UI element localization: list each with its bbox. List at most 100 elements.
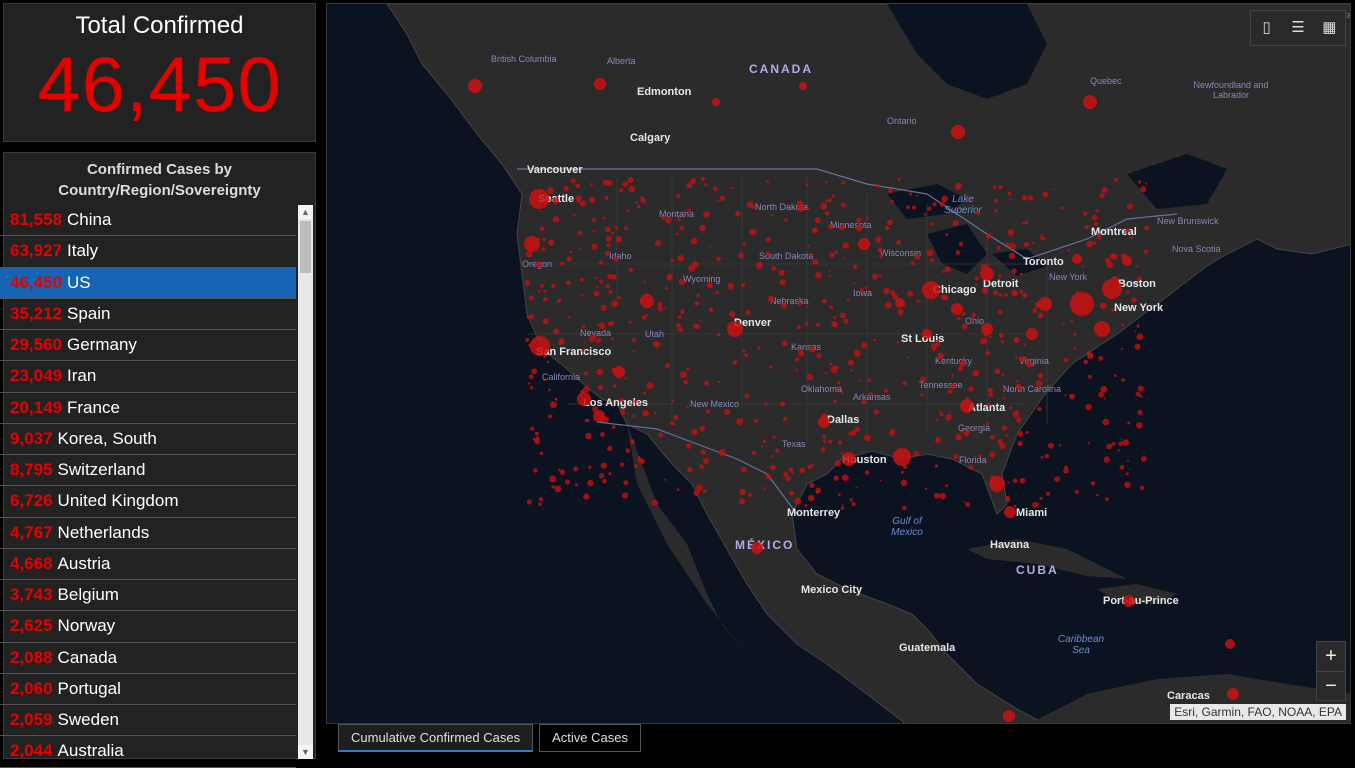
case-bubble[interactable] [1090, 481, 1096, 486]
case-bubble[interactable] [688, 265, 696, 272]
case-bubble[interactable] [811, 463, 814, 467]
case-bubble[interactable] [1021, 194, 1028, 201]
case-bubble[interactable] [978, 454, 982, 458]
case-bubble[interactable] [846, 298, 850, 302]
case-bubble[interactable] [795, 369, 799, 372]
case-bubble[interactable] [1135, 265, 1138, 268]
case-bubble[interactable] [607, 445, 613, 452]
scroll-down-icon[interactable]: ▼ [298, 745, 313, 759]
case-bubble[interactable] [600, 462, 607, 469]
case-bubble[interactable] [841, 391, 844, 395]
case-bubble[interactable] [980, 337, 987, 345]
case-bubble[interactable] [1100, 385, 1108, 393]
case-bubble[interactable] [998, 293, 1003, 297]
case-bubble[interactable] [700, 176, 706, 182]
case-bubble[interactable] [765, 473, 771, 480]
case-bubble[interactable] [658, 432, 664, 438]
case-bubble[interactable] [890, 199, 894, 204]
case-bubble[interactable] [610, 337, 615, 341]
case-bubble[interactable] [1225, 639, 1235, 649]
case-bubble[interactable] [596, 324, 599, 326]
case-bubble[interactable] [996, 246, 1001, 250]
case-bubble[interactable] [598, 415, 606, 423]
case-bubble[interactable] [1140, 186, 1147, 193]
case-bubble[interactable] [765, 237, 771, 243]
case-bubble[interactable] [999, 442, 1006, 449]
case-bubble[interactable] [732, 360, 738, 365]
case-bubble[interactable] [694, 301, 700, 306]
case-bubble[interactable] [645, 314, 649, 317]
case-bubble[interactable] [864, 470, 870, 475]
case-bubble[interactable] [542, 237, 546, 242]
case-bubble[interactable] [717, 380, 721, 384]
case-bubble[interactable] [943, 295, 949, 301]
case-bubble[interactable] [963, 501, 966, 504]
case-bubble[interactable] [623, 480, 629, 486]
case-bubble[interactable] [572, 213, 576, 217]
case-bubble[interactable] [934, 492, 940, 499]
case-bubble[interactable] [1002, 396, 1006, 400]
case-bubble[interactable] [735, 210, 741, 217]
case-bubble[interactable] [1145, 182, 1148, 185]
case-bubble[interactable] [703, 211, 710, 218]
case-bubble[interactable] [906, 205, 911, 210]
case-bubble[interactable] [836, 386, 840, 390]
case-bubble[interactable] [525, 250, 533, 258]
case-bubble[interactable] [808, 494, 815, 502]
case-bubble[interactable] [742, 349, 746, 353]
case-bubble[interactable] [1004, 293, 1009, 297]
case-bubble[interactable] [968, 465, 974, 470]
case-bubble[interactable] [698, 319, 701, 322]
case-bubble[interactable] [971, 313, 976, 318]
case-bubble[interactable] [1084, 225, 1089, 230]
case-bubble[interactable] [1064, 394, 1067, 396]
country-list-item[interactable]: 2,088 Canada [0, 643, 296, 674]
case-bubble[interactable] [1058, 444, 1062, 447]
case-bubble[interactable] [704, 381, 710, 386]
tab-cumulative-confirmed-cases[interactable]: Cumulative Confirmed Cases [338, 724, 534, 752]
case-bubble[interactable] [930, 343, 938, 350]
case-bubble[interactable] [1085, 403, 1092, 411]
case-bubble[interactable] [677, 315, 682, 319]
case-bubble[interactable] [1120, 347, 1123, 350]
case-bubble[interactable] [651, 499, 659, 506]
case-bubble[interactable] [1001, 373, 1005, 377]
case-bubble[interactable] [543, 378, 546, 382]
case-bubble[interactable] [1035, 380, 1043, 388]
case-bubble[interactable] [1040, 233, 1043, 236]
case-bubble[interactable] [708, 284, 713, 289]
case-bubble[interactable] [841, 504, 844, 506]
case-bubble[interactable] [847, 359, 854, 366]
case-bubble[interactable] [884, 388, 889, 393]
case-bubble[interactable] [1114, 177, 1118, 182]
case-bubble[interactable] [1021, 222, 1025, 225]
case-bubble[interactable] [879, 254, 884, 258]
case-bubble[interactable] [838, 440, 843, 445]
case-bubble[interactable] [848, 431, 853, 436]
case-bubble[interactable] [939, 201, 945, 207]
country-list-item[interactable]: 4,767 Netherlands [0, 518, 296, 549]
case-bubble[interactable] [690, 178, 696, 185]
legend-list-icon[interactable]: ☰ [1288, 18, 1308, 38]
case-bubble[interactable] [990, 434, 995, 440]
case-bubble[interactable] [642, 410, 649, 417]
case-bubble[interactable] [556, 298, 562, 303]
case-bubble[interactable] [825, 199, 828, 203]
case-bubble[interactable] [829, 362, 833, 366]
case-bubble[interactable] [632, 350, 635, 353]
case-bubble[interactable] [983, 332, 988, 337]
case-bubble[interactable] [539, 226, 545, 232]
case-bubble[interactable] [637, 204, 641, 209]
case-bubble[interactable] [591, 243, 598, 250]
case-bubble[interactable] [606, 243, 611, 248]
case-bubble[interactable] [742, 241, 746, 246]
case-bubble[interactable] [1125, 472, 1129, 476]
case-bubble[interactable] [581, 294, 584, 297]
case-bubble[interactable] [920, 393, 924, 397]
bookmark-icon[interactable]: ▯ [1257, 18, 1277, 38]
case-bubble[interactable] [990, 475, 996, 481]
country-list-item[interactable]: 29,560 Germany [0, 330, 296, 362]
case-bubble[interactable] [1004, 506, 1016, 518]
case-bubble[interactable] [1103, 456, 1110, 463]
case-bubble[interactable] [592, 229, 596, 233]
